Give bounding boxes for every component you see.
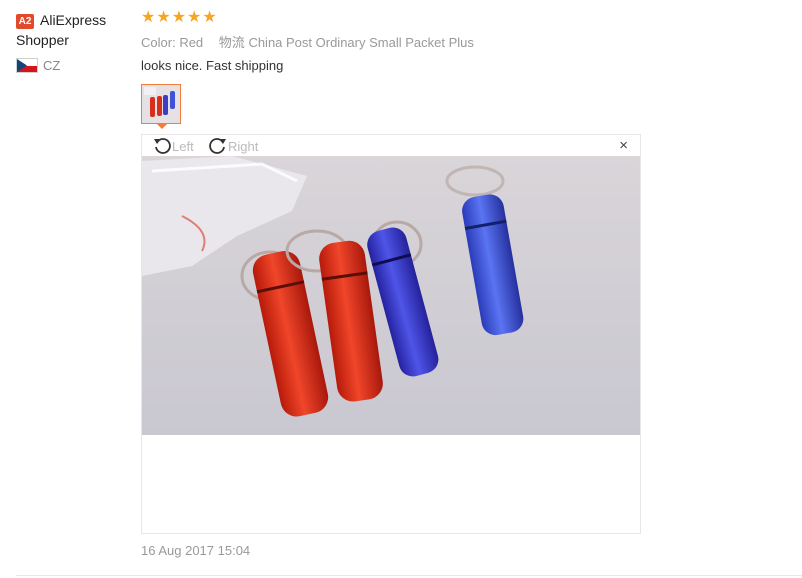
review-text: looks nice. Fast shipping: [141, 58, 284, 73]
reviewer-country: CZ: [16, 58, 134, 73]
review-body: ★★★★★ Color: Red 物流 China Post Ordinary …: [141, 8, 661, 75]
photo-viewer: Left Right ×: [141, 134, 641, 534]
reviewer-info: A2 AliExpress Shopper CZ: [16, 10, 134, 73]
review-photo-thumbnail[interactable]: [141, 84, 181, 124]
rotate-left-icon: [154, 138, 171, 154]
review-meta: Color: Red 物流 China Post Ordinary Small …: [141, 34, 661, 52]
reviewer-name-line2: Shopper: [16, 32, 69, 48]
user-level-badge: A2: [16, 14, 34, 29]
thumbnail-pointer: [157, 124, 167, 129]
czech-flag-icon: [16, 58, 38, 73]
shipping-label: 物流: [218, 35, 245, 50]
close-icon[interactable]: ×: [619, 137, 628, 154]
rotate-left-label: Left: [172, 138, 194, 154]
review-divider: [16, 575, 802, 576]
rotate-right-icon: [209, 138, 226, 154]
star-rating: ★★★★★: [141, 9, 218, 26]
color-value: Red: [179, 35, 204, 50]
review-date: 16 Aug 2017 15:04: [141, 543, 251, 558]
reviewer-name-line1: A2 AliExpress: [16, 10, 134, 30]
country-code: CZ: [43, 58, 61, 73]
color-label: Color:: [141, 35, 176, 50]
review-photo: [142, 156, 640, 435]
shipping-value: China Post Ordinary Small Packet Plus: [248, 35, 474, 50]
reviewer-name: AliExpress: [40, 12, 107, 28]
rotate-right-label: Right: [228, 138, 259, 154]
rotate-right-button[interactable]: Right: [208, 136, 258, 156]
photo-viewer-toolbar: Left Right ×: [142, 135, 640, 156]
rotate-left-button[interactable]: Left: [152, 136, 194, 156]
